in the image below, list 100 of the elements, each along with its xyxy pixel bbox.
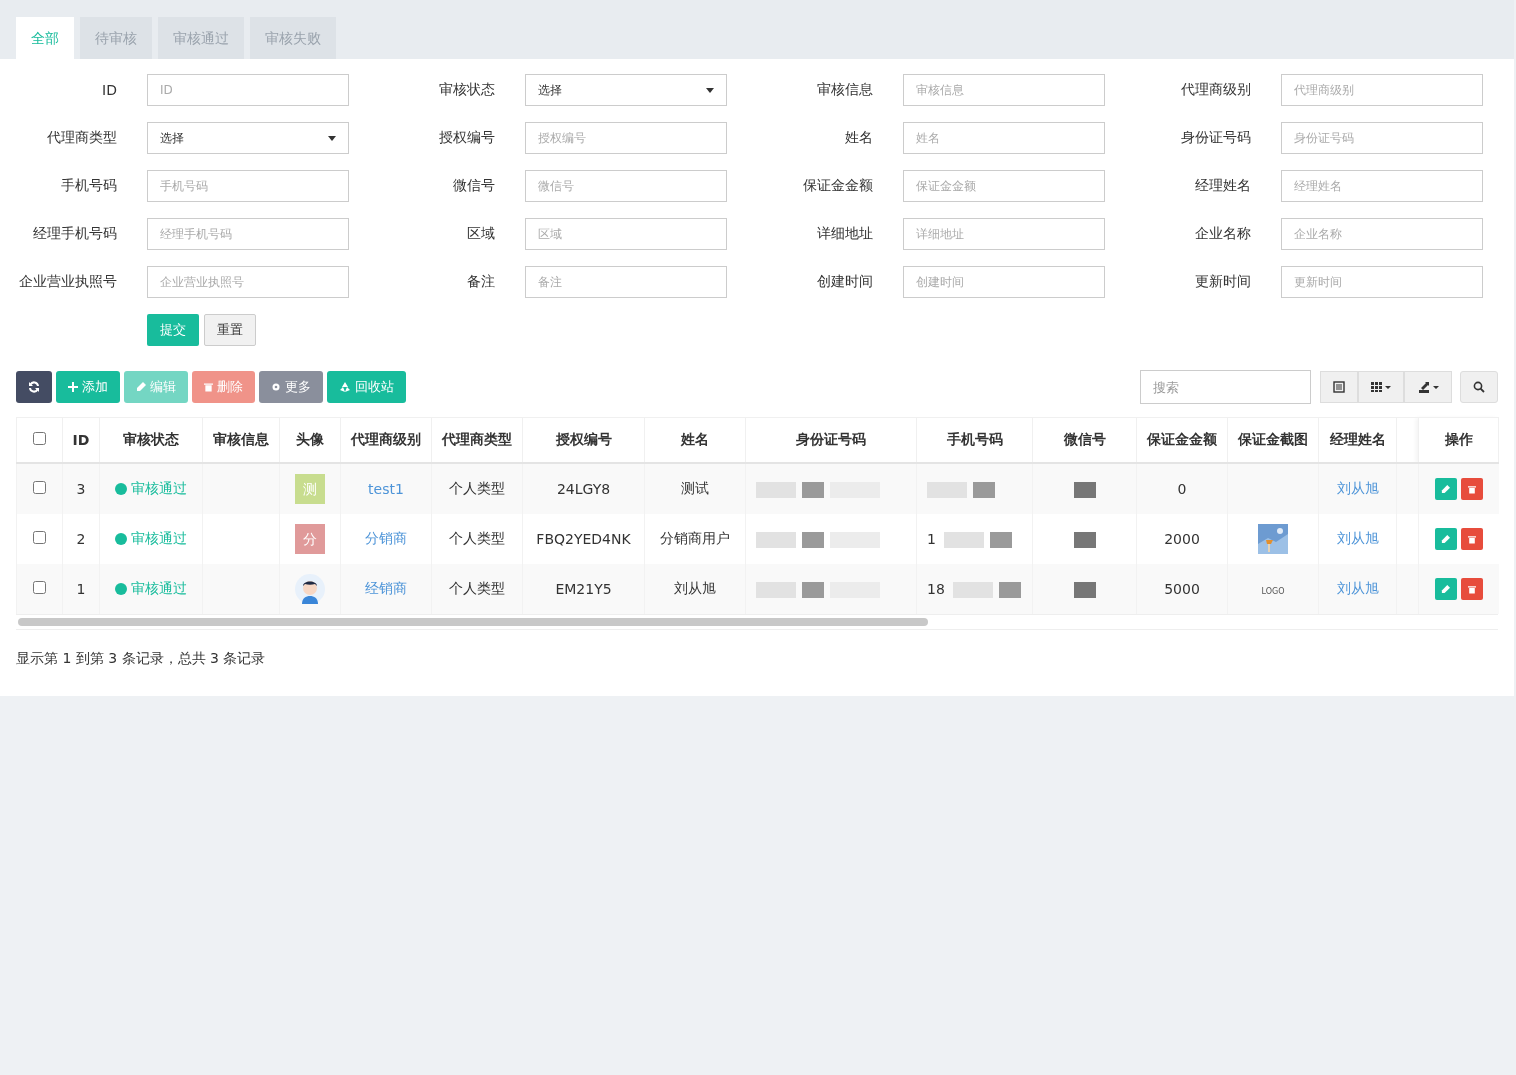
plus-icon [68,382,78,392]
scrollbar[interactable] [16,614,1498,630]
table-cell: 测试 [644,463,746,514]
field-label: 备注 [466,273,496,291]
input-field[interactable]: 保证金金额 [903,170,1105,202]
edit-button[interactable] [1434,578,1457,600]
table-cell: 1 [62,564,100,614]
table-cell: 0 [1136,463,1228,514]
row-checkbox[interactable] [33,531,46,544]
input-field[interactable]: 企业营业执照号 [147,266,349,298]
input-field[interactable]: 经理手机号码 [147,218,349,250]
delete-button[interactable] [1460,578,1483,600]
input-field[interactable]: 代理商级别 [1281,74,1483,106]
table-cell: EM21Y5 [522,564,645,614]
export-button[interactable] [1404,371,1452,403]
field-label: ID [101,82,118,98]
select-field[interactable]: 选择 [147,122,349,154]
field-label: 经理手机号码 [32,225,118,243]
field-label: 审核状态 [438,81,496,99]
row-checkbox[interactable] [33,481,46,494]
delete-button[interactable] [1460,528,1483,550]
select-field[interactable]: 选择 [525,74,727,106]
trash-icon [1467,584,1476,594]
redaction-mark [1073,481,1096,498]
status-label: 审核通过 [115,580,187,598]
field-label: 区域 [466,225,496,243]
input-field[interactable]: 详细地址 [903,218,1105,250]
trash-icon [1467,484,1476,494]
redaction-mark [1073,581,1096,598]
gear-icon [271,382,281,392]
redaction-mark [943,531,1012,548]
search-field[interactable]: 搜索 [1140,370,1311,404]
table-cell: 个人类型 [431,463,523,514]
avatar-icon [295,574,325,604]
field-label: 创建时间 [816,273,874,291]
field-label: 代理商类型 [46,129,118,147]
table-cell: 24LGY8 [522,463,645,514]
pencil-icon [1441,534,1451,544]
field-label: 身份证号码 [1180,129,1252,147]
export-icon [1417,381,1439,393]
field-label: 更新时间 [1194,273,1252,291]
redaction-mark [952,581,1021,598]
reset-button[interactable]: 重置 [204,314,256,346]
toggle-view-button[interactable] [1320,371,1358,403]
redaction-mark [927,481,995,498]
trash-icon [1467,534,1476,544]
search-button[interactable] [1460,371,1498,403]
table-cell: 刘从旭 [644,564,746,614]
field-label: 授权编号 [438,129,496,147]
table-cell: 18 [927,580,945,597]
input-field[interactable]: ID [147,74,349,106]
search-icon [1473,381,1485,393]
refresh-button[interactable] [16,371,52,403]
pencil-icon [1441,484,1451,494]
field-label: 企业营业执照号 [18,273,118,291]
field-label: 详细地址 [816,225,874,243]
row-checkbox[interactable] [33,581,46,594]
input-field[interactable]: 姓名 [903,122,1105,154]
input-field[interactable]: 身份证号码 [1281,122,1483,154]
pencil-icon [1441,584,1451,594]
table-cell: 1 [927,530,936,547]
avatar: 分 [295,524,325,554]
logo-thumbnail: LOGO [1261,587,1285,596]
table-cell: 个人类型 [431,564,523,614]
input-field[interactable]: 微信号 [525,170,727,202]
field-label: 企业名称 [1194,225,1252,243]
input-field[interactable]: 区域 [525,218,727,250]
trash-icon [204,382,213,392]
edit-button[interactable] [1434,528,1457,550]
input-field[interactable]: 手机号码 [147,170,349,202]
table-cell: 5000 [1136,564,1228,614]
input-field[interactable]: 创建时间 [903,266,1105,298]
input-field[interactable]: 授权编号 [525,122,727,154]
redaction-mark [1073,531,1096,548]
input-field[interactable]: 备注 [525,266,727,298]
delete-button[interactable] [1460,478,1483,500]
recycle-icon [339,381,351,393]
table-cell: 3 [62,463,100,514]
field-label: 微信号 [452,177,496,195]
field-label: 经理姓名 [1194,177,1252,195]
field-label: 保证金金额 [802,177,874,195]
caret-icon [706,87,714,93]
columns-button[interactable] [1358,371,1404,403]
input-field[interactable]: 更新时间 [1281,266,1483,298]
avatar: 测 [295,474,325,504]
refresh-icon [28,381,40,393]
field-label: 代理商级别 [1180,81,1252,99]
input-field[interactable]: 审核信息 [903,74,1105,106]
field-label: 手机号码 [60,177,118,195]
input-field[interactable]: 经理姓名 [1281,170,1483,202]
field-label: 审核信息 [816,81,874,99]
input-field[interactable]: 企业名称 [1281,218,1483,250]
status-label: 审核通过 [115,480,187,498]
grid-icon [1371,382,1391,392]
pagination-info: 显示第 1 到第 3 条记录，总共 3 条记录 [15,649,267,668]
list-icon [1333,381,1345,393]
select-all-checkbox[interactable] [33,432,46,445]
field-label: 姓名 [844,129,874,147]
edit-button[interactable] [1434,478,1457,500]
status-label: 审核通过 [115,530,187,548]
